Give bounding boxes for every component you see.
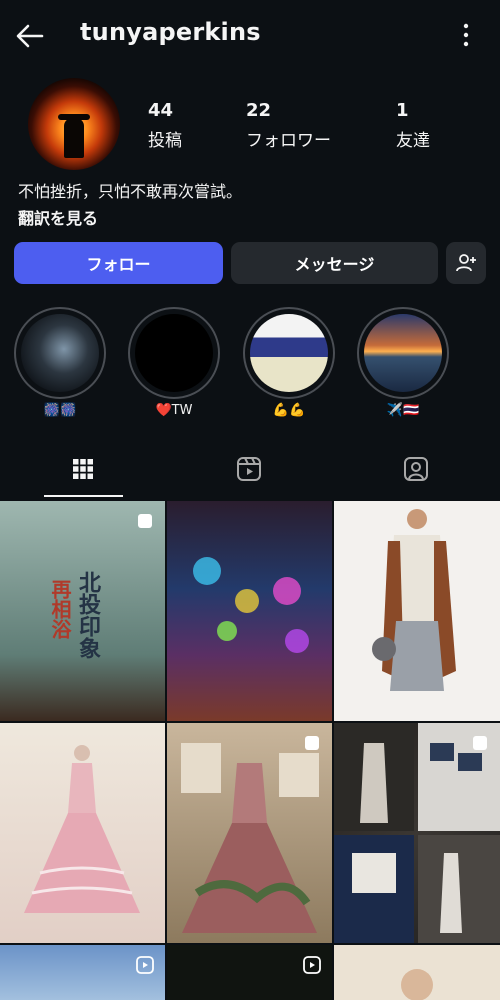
reels-icon — [237, 457, 261, 481]
gown-sketch-image — [24, 745, 140, 913]
followers-count-value: 22 — [246, 100, 272, 121]
highlight-ring — [357, 307, 449, 399]
atelier-collage-image — [334, 723, 500, 943]
posts-count-label: 投稿 — [148, 131, 182, 151]
highlight-label: ❤️TW — [155, 403, 193, 418]
portrait-sketch-image — [401, 969, 433, 1000]
friends-count-label: 友達 — [396, 131, 430, 151]
highlight-ring — [243, 307, 335, 399]
suggest-people-button[interactable] — [446, 242, 486, 284]
post-thumbnail[interactable]: 再相浴 北投印象 — [0, 501, 165, 721]
tab-reels[interactable] — [166, 440, 332, 498]
friends-count[interactable]: 1 友達 — [396, 100, 430, 151]
follow-button[interactable]: フォロー — [14, 242, 223, 284]
reel-icon — [136, 956, 154, 974]
highlight-label: 🎆🎆 — [43, 403, 77, 418]
gown-mannequin-image — [181, 743, 319, 933]
followers-count[interactable]: 22 フォロワー — [246, 100, 331, 151]
highlight-cover — [21, 314, 99, 392]
top-bar: tunyaperkins — [0, 0, 500, 70]
profile-bio: 不怕挫折，只怕不敢再次嘗試。 — [18, 182, 243, 201]
more-options-icon[interactable] — [458, 20, 474, 50]
story-highlight[interactable]: ❤️TW — [128, 307, 220, 418]
profile-tabs — [0, 440, 500, 498]
post-thumbnail[interactable] — [334, 501, 500, 721]
profile-username: tunyaperkins — [80, 18, 261, 46]
post-thumbnail[interactable] — [334, 945, 500, 1000]
posts-count[interactable]: 44 投稿 — [148, 100, 182, 151]
highlight-cover — [135, 314, 213, 392]
followers-count-label: フォロワー — [246, 131, 331, 151]
highlight-label: 💪💪 — [272, 403, 306, 418]
grid-icon — [73, 459, 93, 479]
post-caption-text: 再相浴 — [48, 579, 72, 639]
reel-icon — [303, 956, 321, 974]
highlight-label: ✈️🇹🇭 — [386, 403, 420, 418]
active-tab-indicator — [44, 495, 123, 497]
multiple-images-icon — [138, 514, 152, 528]
post-thumbnail[interactable] — [167, 723, 332, 943]
post-thumbnail[interactable] — [167, 945, 332, 1000]
back-arrow-icon[interactable] — [12, 18, 48, 54]
post-thumbnail[interactable] — [0, 945, 165, 1000]
person-add-icon — [456, 254, 476, 272]
tab-tagged[interactable] — [333, 440, 499, 498]
tab-posts-grid[interactable] — [0, 440, 166, 498]
tagged-person-icon — [404, 457, 428, 481]
multiple-images-icon — [305, 736, 319, 750]
night-light-show-image — [193, 557, 309, 653]
message-button[interactable]: メッセージ — [231, 242, 438, 284]
multiple-images-icon — [473, 736, 487, 750]
story-highlight[interactable]: 💪💪 — [243, 307, 335, 418]
post-thumbnail[interactable] — [167, 501, 332, 721]
avatar-figure-silhouette — [64, 118, 84, 158]
highlight-ring — [128, 307, 220, 399]
friends-count-value: 1 — [396, 100, 409, 121]
highlight-cover — [364, 314, 442, 392]
highlight-ring — [14, 307, 106, 399]
posts-count-value: 44 — [148, 100, 174, 121]
see-translation-link[interactable]: 翻訳を見る — [18, 205, 98, 229]
story-highlight[interactable]: 🎆🎆 — [14, 307, 106, 418]
story-highlight[interactable]: ✈️🇹🇭 — [357, 307, 449, 418]
profile-avatar[interactable] — [28, 78, 120, 170]
post-thumbnail[interactable] — [0, 723, 165, 943]
highlight-cover — [250, 314, 328, 392]
post-thumbnail[interactable] — [334, 723, 500, 943]
fashion-illustration-image — [372, 509, 456, 691]
post-caption-text: 北投印象 — [75, 571, 101, 659]
